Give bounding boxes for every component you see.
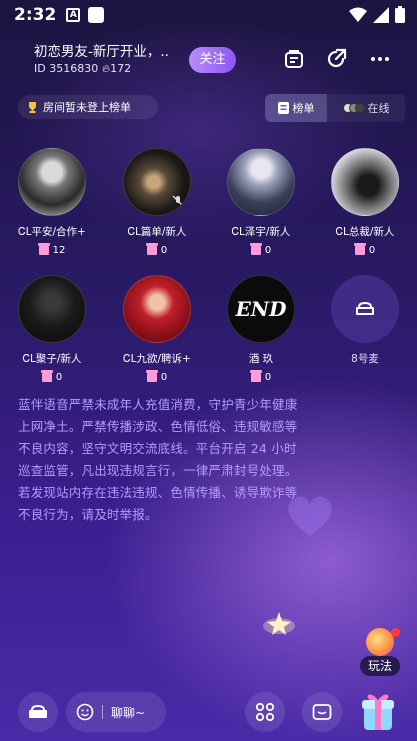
seat-gift-count: 0 [216, 243, 306, 256]
rank-status-pill[interactable]: 房间暂未登上榜单 [18, 95, 158, 119]
mic-seat-4[interactable]: ᏟL总裁/新人 0 [320, 148, 410, 256]
tab-online[interactable]: 在线 [327, 94, 405, 122]
play-orb-icon [366, 628, 394, 656]
divider [102, 705, 103, 719]
gift-icon [145, 370, 158, 382]
seat-name: ᏟL篇单/新人 [127, 226, 187, 238]
gift-value: 0 [368, 245, 376, 256]
seat-gift-count: 12 [7, 243, 97, 256]
gift-icon [40, 370, 53, 382]
gift-icon [37, 243, 50, 255]
chat-input[interactable]: 聊聊~ [66, 692, 166, 732]
avatar [123, 148, 191, 216]
tab-online-label: 在线 [367, 102, 390, 115]
gift-icon [145, 243, 158, 255]
room-info-button[interactable] [282, 47, 306, 75]
seat-name: 8号麦 [351, 353, 379, 365]
seat-name: ᏟL泽宇/新人 [231, 226, 291, 238]
seat-name: ᏟL平安/合作+ [18, 226, 86, 238]
seat-name: ᏟL总裁/新人 [335, 226, 395, 238]
play-button[interactable]: 玩法 [360, 628, 400, 676]
mic-seat-6[interactable]: ᏟL九欲/聘诉+ 0 [112, 275, 202, 383]
battery-icon [395, 6, 405, 23]
seat-gift-count: 0 [216, 370, 306, 383]
seat-name: 酒 玖 [248, 353, 274, 365]
message-icon [312, 704, 332, 720]
mic-seat-3[interactable]: ᏟL泽宇/新人 0 [216, 148, 306, 256]
room-id: ID 3516830 [34, 62, 99, 75]
platform-notice: 蓝伴语音严禁未成年人充值消费，守护青少年健康上网净土。严禁传播涉政、色情低俗、违… [18, 397, 298, 522]
notification-dot [391, 628, 400, 637]
wifi-icon [349, 7, 367, 22]
gift-icon [249, 370, 262, 382]
seat-gift-count: 0 [320, 243, 410, 256]
notification-square-icon [88, 7, 105, 23]
room-info-icon [285, 50, 303, 68]
apps-grid-icon [255, 702, 275, 722]
rank-list-icon [277, 102, 289, 114]
heart-decoration-icon [288, 496, 332, 536]
gift-icon [249, 243, 262, 255]
seat-name: ᏟL九欲/聘诉+ [123, 353, 191, 365]
sofa-icon [29, 704, 47, 718]
more-button[interactable] [368, 47, 392, 75]
follow-button[interactable]: 关注 [189, 47, 236, 73]
avatar [227, 148, 295, 216]
avatar [18, 275, 86, 343]
sofa-mic-button[interactable] [18, 692, 58, 732]
empty-seat-circle [331, 275, 399, 343]
gift-value: 0 [264, 245, 272, 256]
rank-online-switch: 榜单 在线 [265, 94, 405, 122]
status-icons [349, 6, 405, 23]
emoji-icon[interactable] [76, 703, 94, 721]
apps-button[interactable] [245, 692, 285, 732]
online-avatars-icon [342, 103, 365, 113]
tab-rank[interactable]: 榜单 [265, 94, 327, 122]
gift-box-icon [362, 694, 394, 730]
seat-gift-count: 0 [112, 243, 202, 256]
heat-count: 🔥︎172 [102, 62, 131, 76]
gift-value: 12 [52, 245, 66, 256]
message-button[interactable] [302, 692, 342, 732]
flame-icon: 🔥︎ [102, 62, 111, 75]
mic-seat-8-empty[interactable]: 8号麦 [320, 275, 410, 366]
notification-a-icon: A [66, 8, 81, 22]
gift-button[interactable] [356, 688, 400, 734]
sofa-icon [356, 301, 374, 315]
star-decoration-icon [263, 612, 295, 635]
more-dots-icon [371, 57, 389, 61]
mic-seat-5[interactable]: ᏟL聚子/新人 0 [7, 275, 97, 383]
gift-value: 0 [264, 372, 272, 383]
seat-name: ᏟL聚子/新人 [22, 353, 82, 365]
status-bar: 2:32 A [0, 0, 417, 30]
mic-muted-icon [172, 195, 184, 207]
tab-rank-label: 榜单 [292, 102, 315, 115]
seat-gift-count: 0 [112, 370, 202, 383]
gift-value: 0 [160, 372, 168, 383]
room-title: 初恋男友-新厅开业，.. [34, 44, 169, 60]
play-label: 玩法 [360, 656, 400, 676]
avatar: END [227, 275, 295, 343]
mic-seat-2[interactable]: ᏟL篇单/新人 0 [112, 148, 202, 256]
gift-value: 0 [55, 372, 63, 383]
share-icon [327, 48, 347, 68]
mic-seat-1[interactable]: ᏟL平安/合作+ 12 [7, 148, 97, 256]
rank-status-text: 房间暂未登上榜单 [43, 101, 131, 114]
share-button[interactable] [324, 47, 348, 75]
heat-value: 172 [110, 62, 132, 75]
seat-gift-count: 0 [7, 370, 97, 383]
chat-placeholder: 聊聊~ [111, 705, 146, 720]
avatar [123, 275, 191, 343]
status-time: 2:32 [14, 5, 57, 25]
mic-seat-7[interactable]: END 酒 玖 0 [216, 275, 306, 383]
trophy-icon [29, 101, 36, 113]
avatar [331, 148, 399, 216]
gift-value: 0 [160, 245, 168, 256]
avatar [18, 148, 86, 216]
gift-icon [353, 243, 366, 255]
signal-icon [373, 6, 389, 23]
avatar-end-text: END [235, 297, 287, 321]
